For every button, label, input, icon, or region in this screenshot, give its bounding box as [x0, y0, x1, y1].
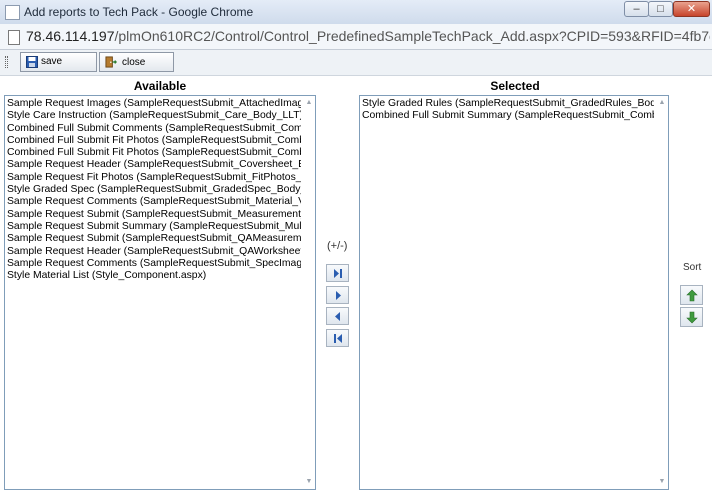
close-button[interactable]: close [99, 52, 174, 72]
list-item[interactable]: Sample Request Comments (SampleRequestSu… [7, 196, 301, 208]
close-label: close [122, 57, 146, 68]
sort-down-icon [686, 311, 698, 324]
list-item[interactable]: Sample Request Images (SampleRequestSubm… [7, 98, 301, 110]
close-window-button[interactable]: ✕ [673, 1, 710, 17]
move-right-button[interactable] [326, 286, 349, 304]
available-header: Available [133, 79, 187, 93]
toolbar: save close [0, 50, 712, 76]
list-item[interactable]: Sample Request Submit Summary (SampleReq… [7, 221, 301, 233]
minimize-button[interactable]: – [624, 1, 649, 17]
toolbar-grip-icon [5, 56, 8, 68]
list-item[interactable]: Sample Request Submit (SampleRequestSubm… [7, 233, 301, 245]
window-title: Add reports to Tech Pack - Google Chrome [24, 5, 254, 19]
save-button[interactable]: save [20, 52, 97, 72]
list-item[interactable]: Sample Request Header (SampleRequestSubm… [7, 246, 301, 258]
minimize-icon: – [633, 3, 640, 15]
move-all-right-button[interactable] [326, 264, 349, 282]
list-item[interactable]: Style Graded Rules (SampleRequestSubmit_… [362, 98, 654, 110]
save-label: save [41, 56, 63, 67]
document-icon [8, 30, 20, 45]
scroll-up-icon[interactable]: ▲ [303, 98, 315, 108]
maximize-icon: □ [657, 3, 664, 15]
selected-list[interactable]: Style Graded Rules (SampleRequestSubmit_… [359, 95, 669, 490]
scroll-up-icon[interactable]: ▲ [656, 98, 668, 108]
url-host: 78.46.114.197 [26, 28, 115, 44]
list-item[interactable]: Combined Full Submit Summary (SampleRequ… [362, 110, 654, 122]
available-list[interactable]: Sample Request Images (SampleRequestSubm… [4, 95, 316, 490]
list-item[interactable]: Style Care Instruction (SampleRequestSub… [7, 110, 301, 122]
url-path: /plmOn610RC2/Control/Control_PredefinedS… [114, 28, 711, 44]
selected-scrollbar[interactable]: ▲ ▼ [656, 96, 668, 489]
move-left-icon [335, 312, 340, 321]
list-item[interactable]: Style Material List (Style_Component.asp… [7, 270, 301, 282]
list-item[interactable]: Style Graded Spec (SampleRequestSubmit_G… [7, 184, 301, 196]
sort-label: Sort [683, 262, 702, 273]
list-item[interactable]: Combined Full Submit Fit Photos (SampleR… [7, 147, 301, 159]
address-bar: 78.46.114.197/plmOn610RC2/Control/Contro… [0, 24, 712, 50]
move-all-left-button[interactable] [326, 329, 349, 347]
available-scrollbar[interactable]: ▲ ▼ [303, 96, 315, 489]
sort-up-icon [686, 289, 698, 302]
sort-down-button[interactable] [680, 307, 703, 327]
list-item[interactable]: Combined Full Submit Comments (SampleReq… [7, 123, 301, 135]
list-item[interactable]: Combined Full Submit Fit Photos (SampleR… [7, 135, 301, 147]
floppy-disk-icon [26, 56, 38, 68]
move-right-icon [336, 291, 341, 300]
move-all-right-icon [334, 269, 342, 278]
list-item[interactable]: Sample Request Comments (SampleRequestSu… [7, 258, 301, 270]
list-item[interactable]: Sample Request Fit Photos (SampleRequest… [7, 172, 301, 184]
selected-header: Selected [490, 79, 540, 93]
sort-up-button[interactable] [680, 285, 703, 305]
window-titlebar: Add reports to Tech Pack - Google Chrome… [0, 0, 712, 25]
scroll-down-icon[interactable]: ▼ [303, 477, 315, 487]
list-item[interactable]: Sample Request Submit (SampleRequestSubm… [7, 209, 301, 221]
move-all-left-icon [334, 334, 342, 343]
maximize-button[interactable]: □ [648, 1, 673, 17]
close-icon: ✕ [686, 3, 697, 15]
scroll-down-icon[interactable]: ▼ [656, 477, 668, 487]
transfer-label: (+/-) [327, 240, 348, 252]
move-left-button[interactable] [326, 307, 349, 325]
close-door-icon [105, 56, 117, 68]
list-item[interactable]: Sample Request Header (SampleRequestSubm… [7, 159, 301, 171]
url-field[interactable]: 78.46.114.197/plmOn610RC2/Control/Contro… [26, 28, 710, 44]
page-icon [5, 5, 20, 20]
